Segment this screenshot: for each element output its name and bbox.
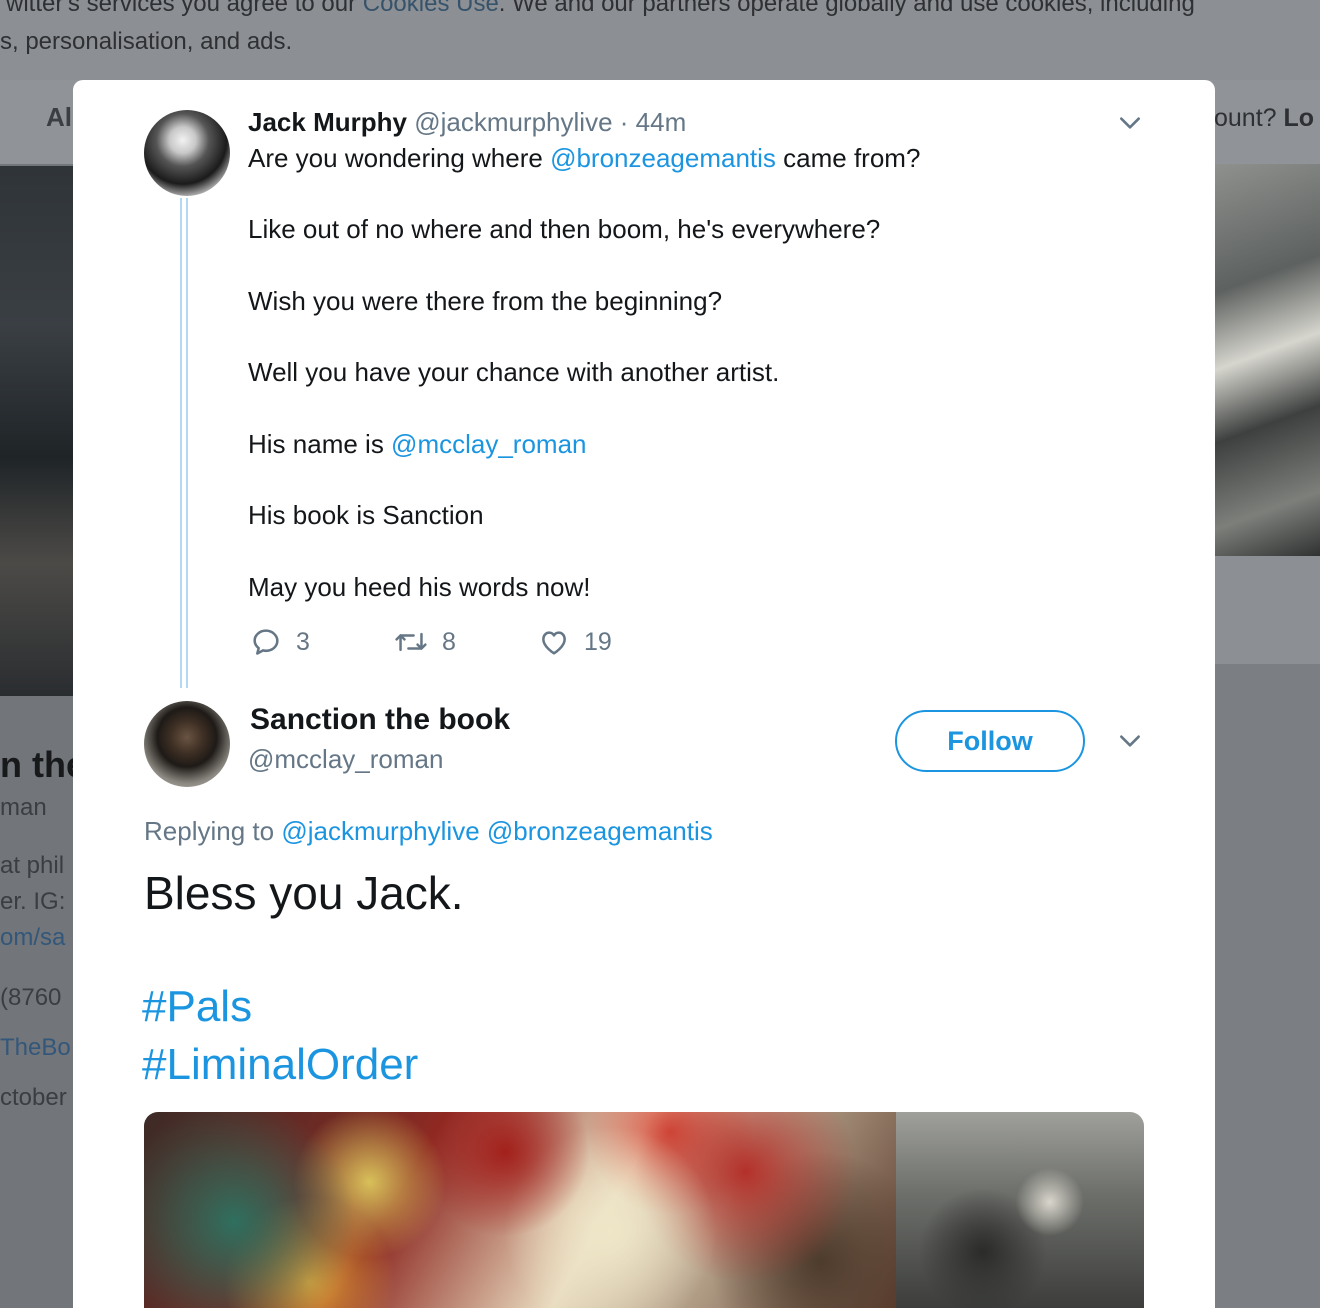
background-profile-bio: er. IG:	[0, 888, 66, 915]
tweet-text-line: Are you wondering where @bronzeagemantis…	[248, 143, 921, 173]
background-profile-website: TheBo	[0, 1034, 71, 1061]
reply-count: 3	[296, 627, 310, 656]
background-login-prompt: ount? Lo	[1214, 104, 1315, 132]
cookie-banner-line-1: witter's services you agree to our Cooki…	[6, 0, 1195, 22]
chevron-down-icon[interactable]	[1117, 728, 1143, 754]
tweet-text-line: May you heed his words now!	[248, 572, 591, 602]
retweet-icon	[395, 632, 427, 652]
heart-icon	[542, 631, 566, 655]
tweet-meta-separator: ·	[619, 107, 629, 137]
background-profile-handle: man	[0, 794, 47, 821]
reply-icon	[253, 629, 279, 655]
background-panel	[1215, 664, 1320, 1308]
reply-text: Bless you Jack.	[144, 867, 464, 919]
tweet-text-line: His name is @mcclay_roman	[248, 429, 587, 459]
background-profile-joined: ctober	[0, 1084, 67, 1111]
media-photo[interactable]	[896, 1112, 1144, 1308]
tweet-author-handle[interactable]: @jackmurphylive	[414, 107, 612, 137]
retweet-count: 8	[442, 627, 456, 656]
mention-link[interactable]: @bronzeagemantis	[550, 143, 776, 173]
chevron-down-icon[interactable]	[1117, 110, 1143, 136]
like-count: 19	[584, 627, 612, 656]
reply-action[interactable]: 3	[250, 622, 310, 662]
background-profile-bio-link: om/sa	[0, 924, 66, 951]
tweet-text-line: Wish you were there from the beginning?	[248, 286, 723, 316]
mention-link[interactable]: @mcclay_roman	[391, 429, 586, 459]
reply-author-handle[interactable]: @mcclay_roman	[248, 744, 443, 775]
retweet-action[interactable]: 8	[394, 622, 456, 662]
cookies-use-link[interactable]: Cookies Use	[363, 0, 499, 17]
media-gallery	[144, 1112, 1144, 1308]
like-action[interactable]: 19	[538, 622, 612, 662]
tweet-timestamp[interactable]: 44m	[636, 107, 687, 137]
tweet-author-name[interactable]: Jack Murphy	[248, 107, 407, 137]
follow-button[interactable]: Follow	[895, 710, 1085, 772]
reply-author-name[interactable]: Sanction the book	[250, 703, 510, 737]
avatar[interactable]	[144, 701, 230, 787]
cookie-banner-line-2: s, personalisation, and ads.	[0, 28, 293, 55]
background-header-image	[1215, 164, 1320, 556]
tweet-text-line: His book is Sanction	[248, 500, 484, 530]
mention-link[interactable]: @bronzeagemantis	[487, 816, 713, 846]
avatar[interactable]	[144, 110, 230, 196]
tweet-header: Jack Murphy @jackmurphylive · 44m	[248, 104, 686, 140]
mention-link[interactable]: @jackmurphylive	[281, 816, 479, 846]
background-nav-item: Al	[46, 102, 72, 132]
tweet-text-line: Well you have your chance with another a…	[248, 357, 780, 387]
cookie-banner: witter's services you agree to our Cooki…	[0, 0, 1320, 80]
background-profile-location: (8760	[0, 984, 62, 1011]
hashtag-link[interactable]: #LiminalOrder	[142, 1040, 418, 1090]
thread-connector-line	[180, 198, 188, 688]
background-login-link: Lo	[1283, 104, 1315, 132]
media-photo[interactable]	[144, 1112, 896, 1308]
background-profile-photo	[0, 166, 74, 696]
background-profile-bio: at phil	[0, 852, 65, 879]
tweet-text-line: Like out of no where and then boom, he's…	[248, 214, 881, 244]
hashtag-link[interactable]: #Pals	[142, 982, 252, 1032]
background-panel	[1215, 556, 1320, 664]
replying-to: Replying to @jackmurphylive @bronzeagema…	[144, 816, 713, 846]
